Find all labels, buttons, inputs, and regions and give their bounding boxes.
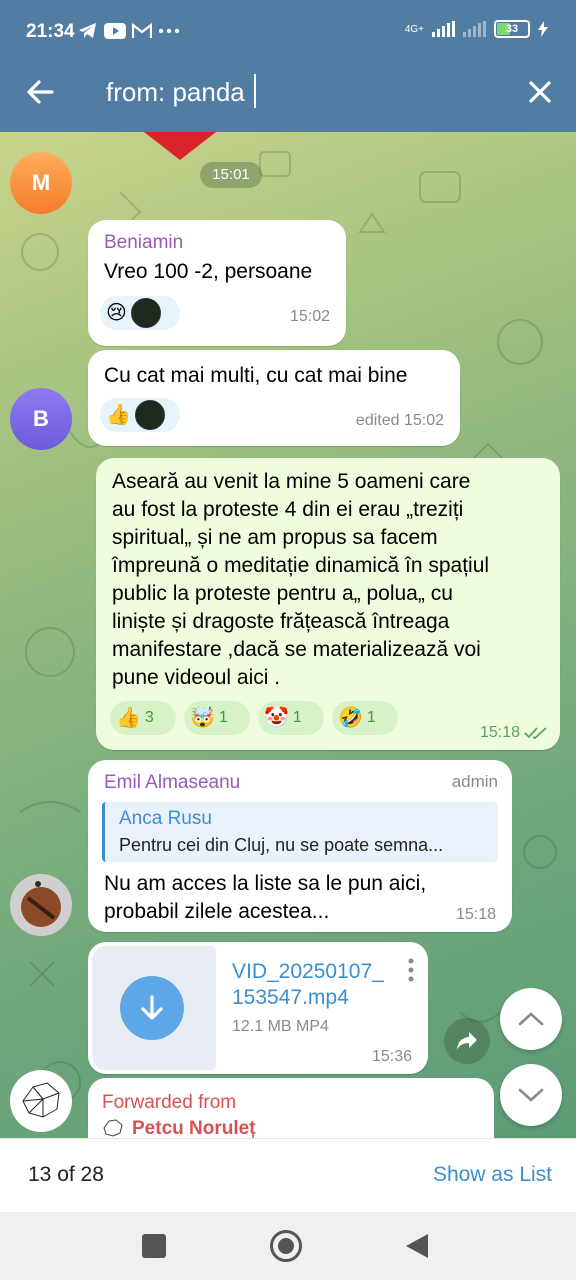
message-bubble[interactable]: Cu cat mai multi, cu cat mai bine 👍 edit… xyxy=(88,350,460,446)
youtube-icon xyxy=(104,23,126,39)
admin-badge: admin xyxy=(451,772,498,791)
status-time: 21:34 xyxy=(26,21,75,42)
reaction-chip[interactable]: 😢 xyxy=(100,296,180,330)
message-text: Nu am acces la liste sa le pun aici, xyxy=(104,872,427,895)
double-check-icon xyxy=(524,727,547,740)
chevron-down-icon xyxy=(518,1088,544,1102)
system-nav-bar xyxy=(0,1212,576,1280)
message-bubble[interactable]: Aseară au venit la mine 5 oameni care au… xyxy=(96,458,560,750)
video-thumbnail[interactable] xyxy=(92,946,216,1070)
reaction-chip[interactable]: 👍 xyxy=(100,398,180,432)
status-right: 4G+ 33 xyxy=(405,20,548,38)
message-time: 15:02 xyxy=(289,308,330,325)
status-app-icons xyxy=(78,22,180,40)
forwarded-label: Forwarded from xyxy=(102,1092,237,1113)
file-name[interactable]: 153547.mp4 xyxy=(232,986,349,1010)
avatar[interactable]: M xyxy=(10,152,72,214)
text-caret xyxy=(254,74,256,108)
message-time: 15:36 xyxy=(371,1048,412,1065)
file-message[interactable]: VID_20250107_ 153547.mp4 12.1 MB MP4 15:… xyxy=(88,942,428,1074)
sticker-fragment xyxy=(144,132,216,160)
forwarded-message[interactable]: Forwarded from Petcu Noruleț xyxy=(88,1078,494,1138)
reaction-chip[interactable]: 🤯 1 xyxy=(184,701,250,735)
time-chip: 15:01 xyxy=(200,162,262,188)
reaction-chip[interactable]: 👍 3 xyxy=(110,701,176,735)
reaction-emoji: 👍 xyxy=(106,404,131,426)
chat-area[interactable]: M 15:01 Beniamin Vreo 100 -2, persoane 😢… xyxy=(0,132,576,1138)
status-bar: 21:34 4G+ 33 xyxy=(0,0,576,64)
message-bubble[interactable]: Emil Almaseanu admin Anca Rusu Pentru ce… xyxy=(88,760,512,932)
reactor-avatar xyxy=(130,298,161,328)
telegram-icon xyxy=(79,23,96,38)
reactor-avatar xyxy=(134,400,165,430)
message-text: Aseară au venit la mine 5 oameni care au… xyxy=(112,470,490,689)
forward-source-avatar xyxy=(103,1119,123,1137)
signal-2-icon xyxy=(463,21,486,37)
sender-name[interactable]: Emil Almaseanu xyxy=(104,772,240,794)
avatar[interactable] xyxy=(10,1070,72,1132)
avatar-image xyxy=(10,874,72,936)
charging-icon xyxy=(538,21,548,37)
more-dots-icon xyxy=(158,28,180,34)
gmail-icon xyxy=(132,23,152,38)
avatar-image xyxy=(22,1082,60,1118)
forwarded-from-name[interactable]: Petcu Noruleț xyxy=(132,1118,256,1138)
reaction-chip[interactable]: 🤣 1 xyxy=(332,701,398,735)
network-label: 4G+ xyxy=(404,23,424,35)
message-text: probabil zilele acestea... xyxy=(104,900,330,923)
avatar[interactable] xyxy=(10,874,72,936)
file-name[interactable]: VID_20250107_ xyxy=(232,960,384,984)
back-button[interactable] xyxy=(20,72,60,112)
reaction-emoji: 😢 xyxy=(106,302,127,324)
recents-button[interactable] xyxy=(142,1234,166,1258)
results-counter: 13 of 28 xyxy=(28,1163,104,1186)
message-text: Cu cat mai multi, cu cat mai bine xyxy=(104,364,408,387)
close-icon xyxy=(529,81,551,103)
reply-author: Anca Rusu xyxy=(119,808,212,829)
scroll-up-button[interactable] xyxy=(500,988,562,1050)
message-time: 15:18 xyxy=(479,724,520,741)
battery-icon: 33 xyxy=(494,20,530,38)
signal-icon xyxy=(432,21,455,37)
avatar[interactable]: B xyxy=(10,388,72,450)
reply-preview[interactable]: Anca Rusu Pentru cei din Cluj, nu se poa… xyxy=(102,802,498,862)
chevron-up-icon xyxy=(518,1012,544,1026)
reply-text: Pentru cei din Cluj, nu se poate semna..… xyxy=(119,835,444,855)
home-button[interactable] xyxy=(270,1230,302,1262)
arrow-left-icon xyxy=(27,80,54,104)
reaction-chip[interactable]: 🤡 1 xyxy=(258,701,324,735)
share-arrow-icon xyxy=(457,1032,477,1050)
show-as-list-button[interactable]: Show as List xyxy=(433,1163,552,1187)
download-button[interactable] xyxy=(120,976,184,1040)
scroll-down-button[interactable] xyxy=(500,1064,562,1126)
back-nav-icon[interactable] xyxy=(404,1232,430,1260)
message-text: Vreo 100 -2, persoane xyxy=(104,260,313,283)
app-header: 21:34 4G+ 33 xyxy=(0,0,576,132)
share-button[interactable] xyxy=(444,1018,490,1064)
download-arrow-icon xyxy=(141,995,163,1020)
file-info: 12.1 MB MP4 xyxy=(232,1018,329,1035)
message-bubble[interactable]: Beniamin Vreo 100 -2, persoane 😢 15:02 xyxy=(88,220,346,346)
more-vertical-icon[interactable] xyxy=(408,958,414,982)
search-input[interactable] xyxy=(106,72,486,112)
message-time: edited 15:02 xyxy=(355,412,444,429)
close-search-button[interactable] xyxy=(520,72,560,112)
sender-name[interactable]: Beniamin xyxy=(104,232,183,254)
message-time: 15:18 xyxy=(455,906,496,923)
search-results-bar: 13 of 28 Show as List xyxy=(0,1138,576,1212)
